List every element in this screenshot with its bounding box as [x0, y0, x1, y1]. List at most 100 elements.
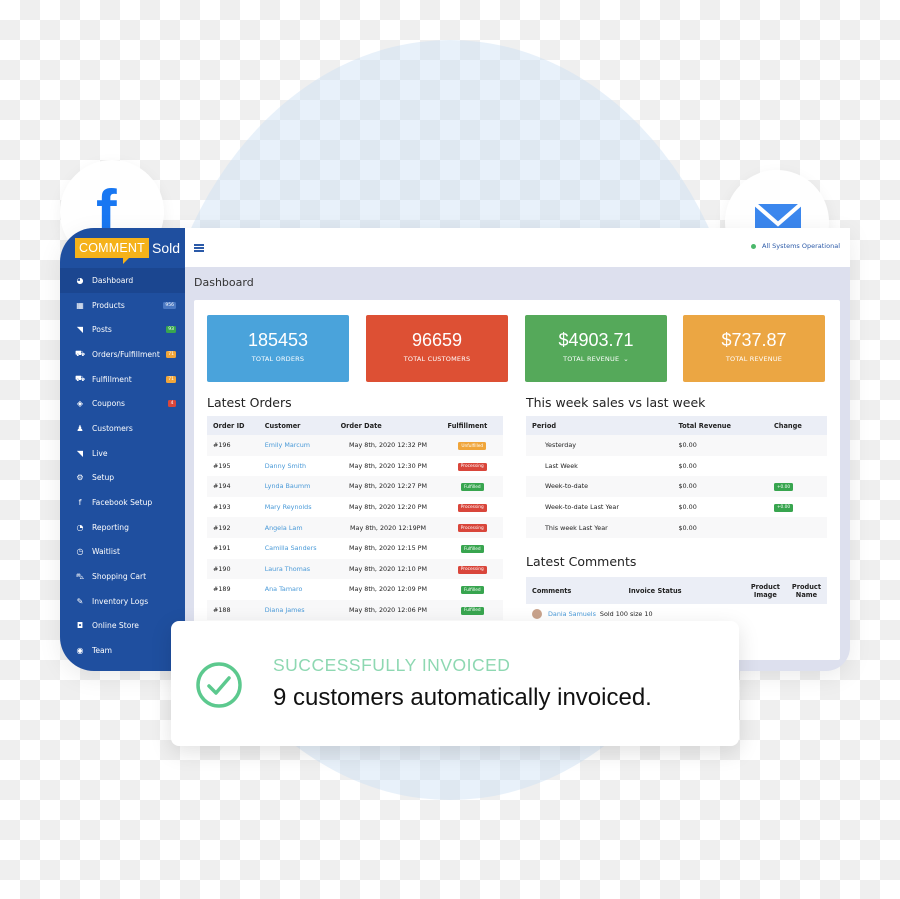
- sidebar-item-customers[interactable]: ♟ Customers: [60, 416, 185, 441]
- avatar: [532, 609, 542, 620]
- grid-icon: ▦: [76, 300, 84, 310]
- sidebar-item-label: Inventory Logs: [92, 596, 149, 606]
- sidebar-item-inventory-logs[interactable]: ✎ Inventory Logs: [60, 589, 185, 614]
- period: Last Week: [545, 461, 578, 470]
- stat-card[interactable]: 96659 TOTAL CUSTOMERS: [366, 315, 508, 382]
- user-circle-icon: ◉: [76, 646, 84, 656]
- sidebar-item-products[interactable]: ▦ Products 956: [60, 293, 185, 318]
- sidebar-item-dashboard[interactable]: ◕ Dashboard: [60, 268, 185, 293]
- order-row[interactable]: #190 Laura Thomas May 8th, 2020 12:10 PM Pr…: [207, 558, 503, 580]
- order-row[interactable]: #195 Danny Smith May 8th, 2020 12:30 PM Pro…: [207, 456, 503, 477]
- count-badge: 956: [163, 301, 176, 309]
- status-dot-icon: [751, 243, 757, 249]
- order-date: May 8th, 2020 12:10 PM: [334, 558, 442, 580]
- weekly-sales-title: This week sales vs last week: [526, 395, 706, 410]
- sidebar-item-label: Facebook Setup: [92, 498, 153, 508]
- sales-row: Yesterday $0.00: [526, 435, 827, 456]
- stat-label: TOTAL REVENUE ⌄: [525, 355, 667, 363]
- order-id: #192: [207, 517, 259, 538]
- stat-value: $737.87: [721, 330, 787, 350]
- sidebar-item-label: Dashboard: [92, 275, 134, 285]
- stat-label: TOTAL REVENUE: [683, 355, 825, 363]
- sidebar-item-coupons[interactable]: ◈ Coupons 4: [60, 391, 185, 416]
- order-row[interactable]: #194 Lynda Baumm May 8th, 2020 12:27 PM Ful…: [207, 476, 503, 497]
- customer-link[interactable]: Diana James: [258, 599, 335, 621]
- period: This week Last Year: [526, 517, 673, 538]
- fulfillment-status-badge: Processing: [457, 503, 487, 512]
- sidebar-item-facebook-setup[interactable]: f Facebook Setup: [60, 490, 185, 515]
- customer-link[interactable]: Ana Tamaro: [259, 579, 335, 600]
- order-row[interactable]: #191 Camilla Sanders May 8th, 2020 12:15 P…: [207, 538, 503, 559]
- toast-heading: SUCCESSFULLY INVOICED: [273, 655, 511, 675]
- sales-row: Week-to-date $0.00 +0.00: [526, 476, 827, 497]
- order-row[interactable]: #193 Mary Reynolds May 8th, 2020 12:20 PM P…: [207, 497, 503, 518]
- comment-author-link[interactable]: Dania Samuels: [548, 610, 596, 618]
- sidebar-item-reporting[interactable]: ◔ Reporting: [60, 515, 185, 540]
- truck-icon: ⛟: [74, 374, 86, 384]
- order-id: #196: [207, 435, 259, 456]
- chevron-down-icon[interactable]: ⌄: [623, 355, 629, 363]
- column-header: Fulfillment: [441, 416, 503, 435]
- truck-icon: ⛟: [74, 349, 86, 359]
- clock-icon: ◷: [76, 547, 84, 557]
- cart-icon: ⛍: [75, 571, 85, 581]
- customer-link[interactable]: Angela Lam: [258, 517, 335, 538]
- period: Yesterday: [526, 435, 673, 456]
- hamburger-icon[interactable]: [194, 244, 204, 253]
- order-row[interactable]: #188 Diana James May 8th, 2020 12:06 PM Ful…: [207, 599, 503, 621]
- customer-link[interactable]: Danny Smith: [259, 456, 335, 477]
- fulfillment-status-badge: Fulfilled: [460, 586, 484, 595]
- sidebar-item-online-store[interactable]: ◘ Online Store: [60, 614, 185, 639]
- stat-card[interactable]: 185453 TOTAL ORDERS: [207, 315, 349, 382]
- customer-link[interactable]: Lynda Baumm: [258, 476, 335, 497]
- order-row[interactable]: #189 Ana Tamaro May 8th, 2020 12:09 PM Fulf…: [207, 579, 503, 600]
- sidebar-item-label: Coupons: [92, 399, 125, 409]
- sidebar-item-live[interactable]: ◥ Live: [60, 441, 185, 466]
- count-badge: 93: [166, 326, 176, 334]
- order-id: #188: [207, 599, 259, 621]
- sales-row: Week-to-date Last Year $0.00 +0.00: [526, 497, 827, 518]
- sidebar-item-label: Fulfillment: [92, 374, 132, 384]
- customer-link[interactable]: Laura Thomas: [258, 558, 335, 580]
- success-toast: SUCCESSFULLY INVOICED 9 customers automa…: [171, 621, 739, 746]
- fulfillment-cell: Fulfilled: [441, 476, 503, 497]
- system-status: All Systems Operational: [751, 242, 840, 250]
- sidebar-item-label: Posts: [92, 325, 112, 335]
- comment-text: Sold 100 size 10: [599, 610, 653, 619]
- sidebar-item-team[interactable]: ◉ Team: [60, 638, 185, 663]
- sidebar-item-waitlist[interactable]: ◷ Waitlist: [60, 540, 185, 565]
- pie-chart-icon: ◔: [76, 522, 84, 532]
- fulfillment-cell: Fulfilled: [442, 579, 503, 600]
- fulfillment-status-badge: Processing: [457, 462, 487, 471]
- sidebar-item-label: Online Store: [92, 621, 139, 631]
- sidebar-item-setup[interactable]: ⚙ Setup: [60, 466, 185, 491]
- stat-card[interactable]: $4903.71 TOTAL REVENUE ⌄: [525, 315, 667, 382]
- sidebar-item-shopping-cart[interactable]: ⛍ Shopping Cart: [60, 564, 185, 589]
- fulfillment-cell: Fulfilled: [441, 599, 503, 621]
- stat-card[interactable]: $737.87 TOTAL REVENUE: [683, 315, 825, 382]
- logo[interactable]: COMMENT Sold: [75, 237, 180, 264]
- customer-link[interactable]: Emily Marcum: [258, 435, 335, 456]
- sidebar-item-fulfillment[interactable]: ⛟ Fulfillment 71: [60, 367, 185, 392]
- customer-link[interactable]: Mary Reynolds: [259, 497, 335, 518]
- change-cell: +0.00: [767, 476, 827, 497]
- rss-icon: ◥: [76, 448, 84, 458]
- column-header: Total Revenue: [672, 416, 768, 435]
- change-cell: [768, 456, 827, 477]
- order-row[interactable]: #192 Angela Lam May 8th, 2020 12:19PM Proce…: [207, 517, 503, 538]
- sidebar-item-orders-fulfillment[interactable]: ⛟ Orders/Fulfillment 71: [60, 342, 185, 367]
- sidebar-item-label: Team: [92, 646, 113, 656]
- sidebar-item-posts[interactable]: ◥ Posts 93: [60, 317, 185, 342]
- customer-link[interactable]: Camilla Sanders: [259, 538, 335, 559]
- dashboard-window: COMMENT Sold ◕ Dashboard ▦ Products 956 ◥ Post…: [60, 228, 850, 671]
- sidebar-item-label: Setup: [92, 473, 115, 483]
- latest-orders-table: Order ID Customer Order Date Fulfillment #1…: [207, 416, 503, 621]
- sidebar-item-label: Live: [92, 448, 108, 458]
- order-row[interactable]: #196 Emily Marcum May 8th, 2020 12:32 PM Un…: [207, 435, 503, 456]
- count-badge: 71: [166, 350, 176, 358]
- column-header: Order Date: [334, 416, 442, 435]
- order-date: May 8th, 2020 12:09 PM: [349, 585, 428, 594]
- sales-row: This week Last Year $0.00: [526, 517, 827, 538]
- fulfillment-status-badge: Fulfilled: [460, 606, 484, 615]
- column-header: Product Image: [744, 577, 786, 604]
